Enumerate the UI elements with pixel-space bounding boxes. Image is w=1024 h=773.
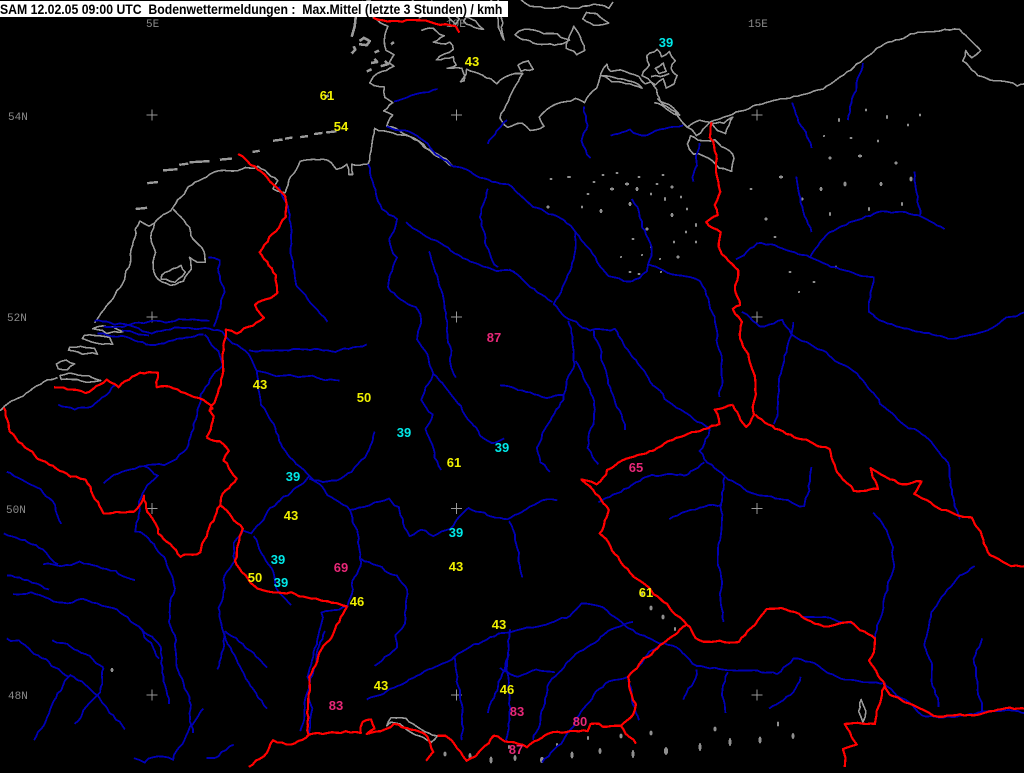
svg-text:65: 65 — [629, 460, 643, 475]
svg-text:43: 43 — [465, 54, 479, 69]
svg-text:61: 61 — [639, 585, 653, 600]
svg-text:5E: 5E — [146, 19, 160, 31]
svg-text:43: 43 — [374, 678, 388, 693]
svg-text:54: 54 — [334, 119, 349, 134]
svg-text:39: 39 — [495, 440, 509, 455]
svg-text:83: 83 — [510, 704, 524, 719]
svg-text:43: 43 — [284, 508, 298, 523]
svg-text:87: 87 — [509, 742, 523, 757]
svg-text:39: 39 — [659, 35, 673, 50]
svg-text:39: 39 — [274, 575, 288, 590]
svg-text:39: 39 — [286, 469, 300, 484]
svg-text:43: 43 — [253, 377, 267, 392]
svg-text:87: 87 — [487, 330, 501, 345]
svg-text:15E: 15E — [748, 19, 768, 31]
svg-text:50: 50 — [357, 390, 371, 405]
svg-text:54N: 54N — [8, 112, 28, 124]
svg-text:48N: 48N — [8, 691, 28, 703]
svg-text:80: 80 — [573, 714, 587, 729]
svg-text:43: 43 — [449, 559, 463, 574]
svg-text:46: 46 — [500, 682, 514, 697]
svg-text:83: 83 — [329, 698, 343, 713]
svg-text:52N: 52N — [7, 313, 27, 325]
svg-text:43: 43 — [492, 617, 506, 632]
svg-text:69: 69 — [334, 560, 348, 575]
svg-text:61: 61 — [447, 455, 461, 470]
svg-text:50N: 50N — [6, 505, 26, 517]
svg-text:61: 61 — [320, 88, 334, 103]
svg-text:39: 39 — [397, 425, 411, 440]
svg-text:39: 39 — [271, 552, 285, 567]
svg-text:50: 50 — [248, 570, 262, 585]
svg-text:46: 46 — [350, 594, 364, 609]
svg-text:39: 39 — [449, 525, 463, 540]
